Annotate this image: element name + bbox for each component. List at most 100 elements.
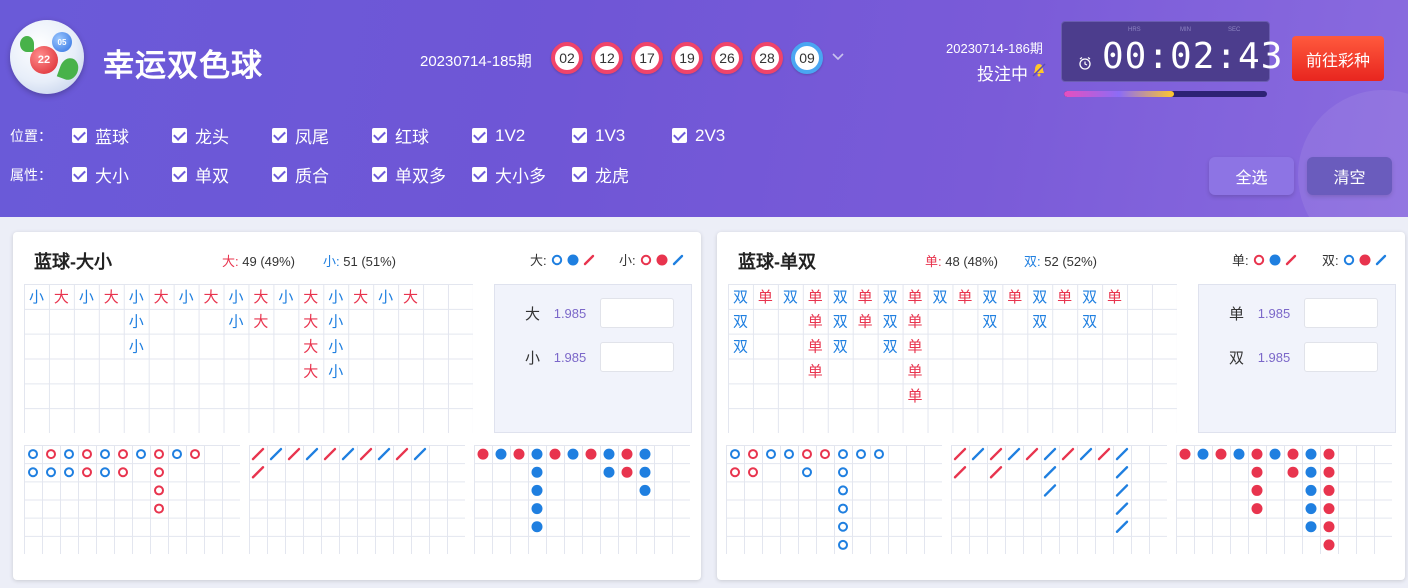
checkbox-checked-icon[interactable] — [272, 128, 287, 143]
blue-slash-marker — [1043, 466, 1057, 479]
header-banner: 22 05 幸运双色球 20230714-185期 02 12 17 19 26… — [0, 0, 1408, 217]
bet-amount-input[interactable] — [600, 342, 674, 372]
attribute-option-size[interactable]: 大小 — [72, 162, 172, 187]
blue-ring-marker — [28, 449, 38, 460]
option-label: 单双 — [195, 167, 229, 186]
timer-seconds-label: SEC — [1228, 27, 1241, 33]
checkbox-checked-icon[interactable] — [572, 128, 587, 143]
attribute-option-odd-even[interactable]: 单双 — [172, 162, 272, 187]
road-cell-b: 双 — [883, 288, 898, 306]
bet-option-odds: 1.985 — [1257, 305, 1291, 321]
checkbox-checked-icon[interactable] — [372, 128, 387, 143]
blue-slash-marker — [1007, 447, 1021, 461]
panel-blue-size: 蓝球-大小 大: 49 (49%) 小: 51 (51%) 大: 小: 小大小大… — [13, 232, 701, 580]
slash-road-grid — [951, 445, 1167, 554]
red-dot-marker — [513, 448, 525, 460]
road-cell-b: 小 — [228, 313, 243, 331]
road-cell-a: 大 — [253, 288, 268, 306]
road-cell-a: 大 — [303, 362, 318, 380]
blue-ring-marker — [28, 467, 38, 478]
last-draw-numbers: 02 12 17 19 26 28 09 — [551, 42, 823, 74]
checkbox-checked-icon[interactable] — [72, 167, 87, 182]
bet-row: 双 1.985 — [1199, 342, 1378, 372]
road-cell-b: 双 — [982, 313, 997, 331]
checkbox-checked-icon[interactable] — [172, 167, 187, 182]
red-ball: 28 — [751, 42, 783, 74]
bet-amount-input[interactable] — [1304, 298, 1378, 328]
blue-dot-marker — [1305, 521, 1317, 533]
bet-amount-input[interactable] — [1304, 342, 1378, 372]
big-road-grid: 小大小大小小小大小大小小大大小 大大大大小小小小大小大 — [24, 284, 473, 433]
game-title: 幸运双色球 — [103, 48, 263, 83]
red-slash-marker — [1025, 447, 1039, 461]
red-ring-marker — [154, 467, 164, 478]
logo-blue-ball: 05 — [52, 32, 72, 52]
legend-b-label: 双: — [1322, 253, 1339, 268]
position-option-red-ball[interactable]: 红球 — [372, 123, 472, 148]
legend-b-label: 小: — [619, 253, 636, 268]
road-cell-a: 单 — [908, 313, 923, 331]
red-ring-marker — [82, 467, 92, 478]
blue-slash-marker — [1115, 502, 1129, 515]
checkbox-checked-icon[interactable] — [472, 128, 487, 143]
road-cell-a: 单 — [808, 362, 823, 380]
checkbox-checked-icon[interactable] — [172, 128, 187, 143]
checkbox-checked-icon[interactable] — [472, 167, 487, 182]
road-cell-a: 大 — [303, 338, 318, 356]
next-period-label: 20230714-186期 — [946, 41, 1043, 56]
position-option-1v2[interactable]: 1V2 — [472, 126, 572, 146]
red-ring-marker — [748, 449, 758, 460]
red-ball: 12 — [591, 42, 623, 74]
big-road-grid: 双双双单双单单单单双双双单单双双双单单单单单双单双双单 双双单 双双单 — [728, 284, 1177, 433]
grid-lines — [24, 445, 240, 554]
red-slash-marker — [251, 466, 265, 479]
position-option-tail[interactable]: 凤尾 — [272, 123, 372, 148]
attribute-option-prime[interactable]: 质合 — [272, 162, 372, 187]
attribute-option-dragon-tiger[interactable]: 龙虎 — [572, 162, 672, 187]
red-slash-marker — [287, 447, 301, 461]
road-cell-b: 小 — [328, 313, 343, 331]
red-dot-marker — [1323, 503, 1335, 515]
position-option-1v3[interactable]: 1V3 — [572, 126, 672, 146]
checkbox-checked-icon[interactable] — [272, 167, 287, 182]
red-dot-marker — [477, 448, 489, 460]
blue-slash-marker — [269, 447, 283, 461]
red-ring-marker — [154, 449, 164, 460]
road-cell-b: 小 — [278, 288, 293, 306]
position-option-head[interactable]: 龙头 — [172, 123, 272, 148]
position-option-2v3[interactable]: 2V3 — [672, 126, 772, 146]
bet-option-name: 双 — [1228, 349, 1244, 367]
checkbox-checked-icon[interactable] — [372, 167, 387, 182]
attribute-filter-row: 属性： 大小 单双 质合 单双多 大小多 龙虎 — [10, 162, 672, 187]
checkbox-checked-icon[interactable] — [672, 128, 687, 143]
go-to-game-button[interactable]: 前往彩种 — [1292, 36, 1384, 81]
stat-b: 小: 51 (51%) — [323, 251, 396, 270]
road-cell-b: 双 — [833, 288, 848, 306]
clear-button[interactable]: 清空 — [1307, 157, 1392, 195]
red-dot-marker — [1251, 466, 1263, 478]
attribute-option-odd-even-multi[interactable]: 单双多 — [372, 162, 472, 187]
select-all-button[interactable]: 全选 — [1209, 157, 1294, 195]
bet-row: 大 1.985 — [495, 298, 674, 328]
grid-lines — [249, 445, 465, 554]
road-cell-b: 小 — [328, 338, 343, 356]
blue-ring-marker — [802, 467, 812, 478]
road-cell-a: 单 — [957, 288, 972, 306]
checkbox-checked-icon[interactable] — [72, 128, 87, 143]
stat-a-label: 单: — [925, 254, 942, 269]
road-cell-b: 小 — [29, 288, 44, 306]
road-cell-a: 单 — [808, 338, 823, 356]
attribute-option-size-multi[interactable]: 大小多 — [472, 162, 572, 187]
red-slash-marker — [953, 447, 967, 461]
checkbox-checked-icon[interactable] — [572, 167, 587, 182]
blue-ring-marker — [838, 503, 848, 514]
legend-a: 大: — [530, 250, 595, 269]
bet-amount-input[interactable] — [600, 298, 674, 328]
position-option-blue-ball[interactable]: 蓝球 — [72, 123, 172, 148]
chevron-down-icon[interactable] — [832, 50, 844, 62]
option-label: 红球 — [395, 128, 429, 147]
grid-lines — [1176, 445, 1392, 554]
road-cell-a: 单 — [908, 288, 923, 306]
red-dot-marker — [621, 466, 633, 478]
road-cell-a: 大 — [104, 288, 119, 306]
